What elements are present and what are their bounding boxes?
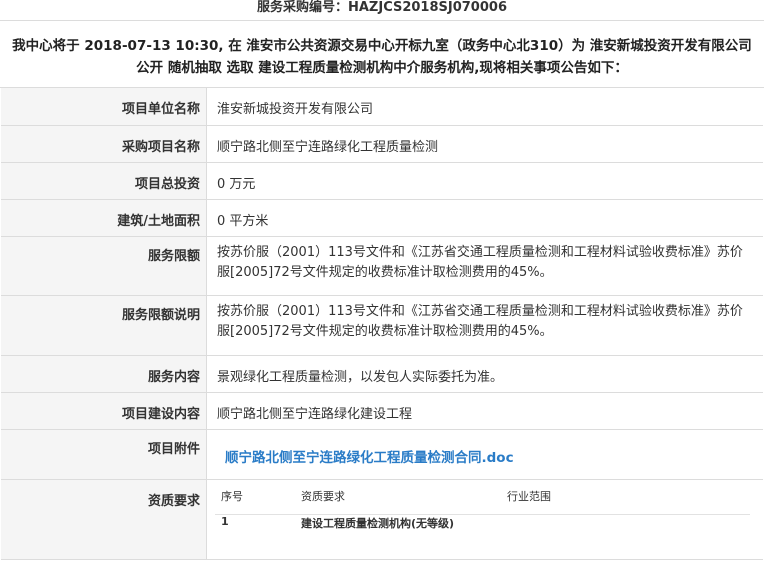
announcement-intro: 我中心将于 2018-07-13 10:30, 在 淮安市公共资源交易中心开标九… [0, 21, 764, 88]
limit-desc-value: 按苏价服（2001）113号文件和《江苏省交通工程质量检测和工程材料试验收费标准… [206, 295, 763, 356]
cell-scope [501, 514, 750, 545]
limit-desc-label: 服务限额说明 [121, 307, 200, 323]
row-area: 建筑/土地面积 0 平方米 [1, 199, 763, 237]
row-limit: 服务限额 按苏价服（2001）113号文件和《江苏省交通工程质量检测和工程材料试… [1, 236, 763, 296]
row-unit: 项目单位名称 淮安新城投资开发有限公司 [1, 88, 763, 126]
investment-label: 项目总投资 [134, 176, 200, 192]
project-info-table: 项目单位名称 淮安新城投资开发有限公司 采购项目名称 顺宁路北侧至宁连路绿化工程… [1, 88, 763, 560]
row-content: 服务内容 景观绿化工程质量检测，以发包人实际委托为准。 [1, 355, 763, 393]
announcement-page: 服务采购编号：HAZJCS2018SJ070006 我中心将于 2018-07-… [0, 0, 764, 573]
cell-no: 1 [221, 514, 229, 528]
limit-label: 服务限额 [147, 248, 200, 264]
table-row: 1 建设工程质量检测机构(无等级) [215, 514, 750, 545]
attachment-label: 项目附件 [147, 441, 200, 457]
row-investment: 项目总投资 0 万元 [1, 162, 763, 200]
content-label: 服务内容 [147, 369, 200, 385]
attachment-link[interactable]: 顺宁路北侧至宁连路绿化工程质量检测合同.doc [225, 450, 514, 466]
row-project: 采购项目名称 顺宁路北侧至宁连路绿化工程质量检测 [1, 125, 763, 163]
qualification-label: 资质要求 [147, 493, 200, 509]
col-header-no: 序号 [215, 487, 295, 515]
row-qualification: 资质要求 序号 资质要求 行业范围 1 建设工程质量检测机构(无等级) [1, 479, 763, 560]
cell-req: 建设工程质量检测机构(无等级) [301, 516, 455, 530]
row-construction: 项目建设内容 顺宁路北侧至宁连路绿化建设工程 [1, 392, 763, 430]
unit-value: 淮安新城投资开发有限公司 [206, 88, 763, 126]
project-label: 采购项目名称 [121, 139, 200, 155]
procurement-number: 服务采购编号：HAZJCS2018SJ070006 [0, 0, 764, 21]
col-header-scope: 行业范围 [501, 487, 750, 515]
qualification-header-row: 序号 资质要求 行业范围 [215, 487, 750, 515]
row-limit-desc: 服务限额说明 按苏价服（2001）113号文件和《江苏省交通工程质量检测和工程材… [1, 295, 763, 356]
construction-value: 顺宁路北侧至宁连路绿化建设工程 [206, 392, 763, 430]
qualification-table: 序号 资质要求 行业范围 1 建设工程质量检测机构(无等级) [215, 487, 750, 545]
area-label: 建筑/土地面积 [117, 213, 200, 229]
area-value: 0 平方米 [206, 199, 763, 237]
row-attachment: 项目附件 顺宁路北侧至宁连路绿化工程质量检测合同.doc [1, 429, 763, 480]
project-value: 顺宁路北侧至宁连路绿化工程质量检测 [206, 125, 763, 163]
col-header-req: 资质要求 [295, 487, 501, 515]
content-value: 景观绿化工程质量检测，以发包人实际委托为准。 [206, 355, 763, 393]
investment-value: 0 万元 [206, 162, 763, 200]
limit-value: 按苏价服（2001）113号文件和《江苏省交通工程质量检测和工程材料试验收费标准… [206, 236, 763, 296]
unit-label: 项目单位名称 [121, 102, 200, 117]
construction-label: 项目建设内容 [121, 406, 200, 422]
